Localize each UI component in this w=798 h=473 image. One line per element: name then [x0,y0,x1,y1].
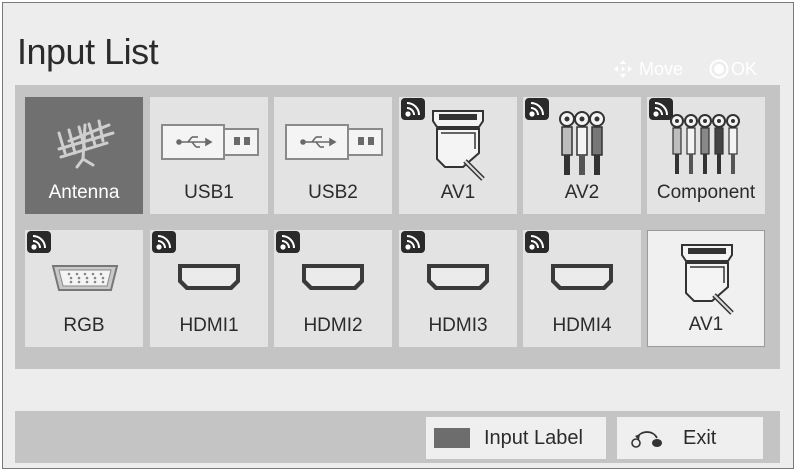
vga-icon [51,265,119,291]
input-tile-hdmi4[interactable]: HDMI4 [523,230,641,347]
input-tile-component[interactable]: Component [647,97,765,214]
hdmi-icon [302,264,364,290]
usb-icon [285,124,383,160]
input-label: AV1 [440,182,476,203]
rca-component-icon [670,114,740,174]
scart-icon [432,110,485,181]
input-label: HDMI2 [303,315,363,336]
input-tile-av1-secondary[interactable]: AV1 [647,230,765,347]
antenna-icon [57,119,115,169]
input-label-button-text: Input Label [484,426,583,449]
input-label: Antenna [48,182,120,203]
ok-hint: OK [709,59,757,80]
input-label: USB2 [308,182,358,203]
back-arrow-icon [631,431,662,448]
input-list-window: Input List Move OK Antenna USB1 USB2 AV1… [2,2,794,469]
page-title: Input List [17,31,159,72]
hdmi-icon [551,264,613,290]
input-tile-hdmi3[interactable]: HDMI3 [399,230,517,347]
ok-button-icon [709,59,729,79]
usb-icon [161,124,259,160]
ok-hint-label: OK [730,58,757,79]
move-hint: Move [613,59,683,80]
input-tile-av1[interactable]: AV1 [399,97,517,214]
key-hints: Move OK [613,56,757,82]
input-tile-usb2[interactable]: USB2 [274,97,392,214]
input-label: USB1 [184,182,234,203]
input-label: RGB [63,315,105,336]
input-grid: Antenna USB1 USB2 AV1 AV2 Component RGB … [15,85,780,369]
input-label-button[interactable]: Input Label [426,417,606,459]
rca-av-icon [559,111,605,175]
gray-key-swatch-icon [434,428,470,448]
input-label: HDMI1 [179,315,239,336]
input-tile-usb1[interactable]: USB1 [150,97,268,214]
input-tile-rgb[interactable]: RGB [25,230,143,347]
move-arrows-icon [613,60,632,78]
input-tile-antenna[interactable]: Antenna [25,97,143,214]
input-tile-av2[interactable]: AV2 [523,97,641,214]
hdmi-icon [178,264,240,290]
input-label: HDMI4 [552,315,612,336]
input-label: AV1 [688,314,724,335]
exit-button[interactable]: Exit [617,417,763,459]
hdmi-icon [427,264,489,290]
input-tile-hdmi2[interactable]: HDMI2 [274,230,392,347]
exit-button-text: Exit [683,426,717,449]
scart-icon [681,244,734,315]
bottom-button-bar: Input Label Exit [15,411,780,463]
move-hint-label: Move [638,58,683,79]
input-label: AV2 [564,182,600,203]
input-tile-hdmi1[interactable]: HDMI1 [150,230,268,347]
input-label: Component [656,182,756,203]
input-label: HDMI3 [428,315,488,336]
